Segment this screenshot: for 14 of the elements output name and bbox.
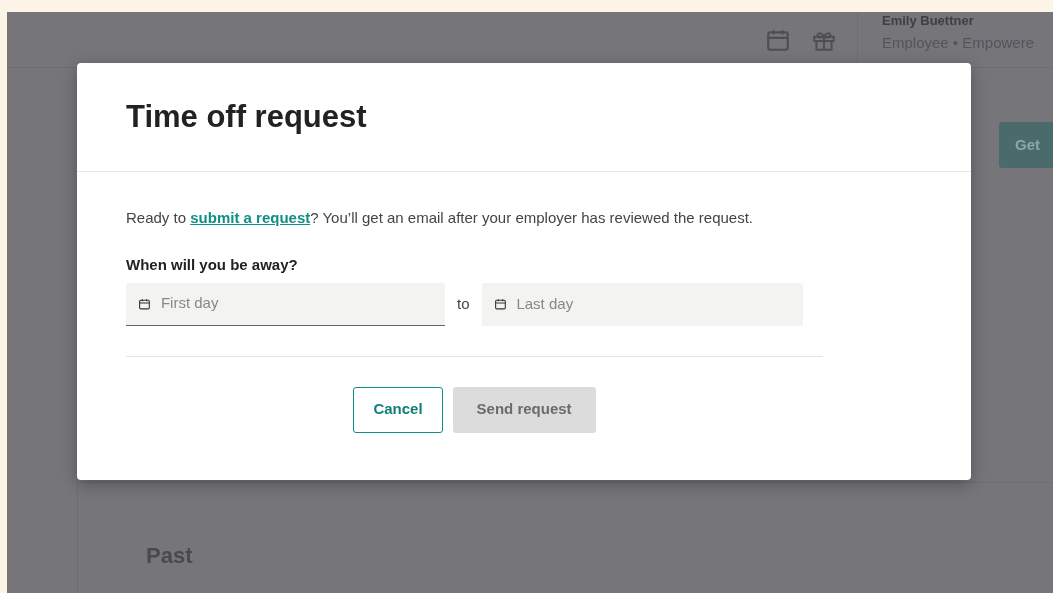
- question-label: When will you be away?: [126, 255, 299, 275]
- date-field[interactable]: First day: [126, 282, 445, 326]
- get-button[interactable]: Get: [999, 122, 1053, 168]
- user-name: Emily Buettner: [882, 13, 975, 28]
- date-field[interactable]: Last day: [481, 282, 803, 326]
- intro-text: Ready to submit a request? You’ll get an email after your employer has reviewed the request.: [126, 208, 754, 228]
- calendar-icon: [493, 297, 507, 311]
- date-input[interactable]: Last day: [516, 292, 791, 316]
- cancel-button[interactable]: Cancel: [353, 386, 443, 433]
- date-input[interactable]: First day: [160, 292, 433, 315]
- calendar-icon: [138, 296, 151, 311]
- dialog-title: Time off request: [126, 97, 367, 136]
- to-label: to: [457, 293, 470, 314]
- submit-link[interactable]: submit a request: [190, 209, 311, 226]
